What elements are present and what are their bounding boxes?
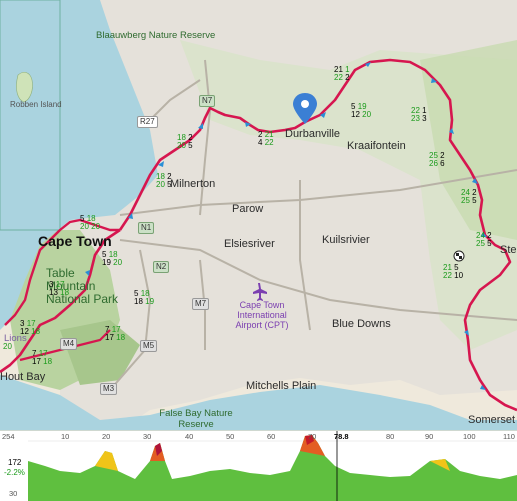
waypoint-marker[interactable]: 2 21 4 22 <box>258 131 274 147</box>
place-mitchells-plain: Mitchells Plain <box>246 380 317 392</box>
waypoint-marker[interactable]: 7 17 17 18 <box>105 326 125 342</box>
road-shield-m3: M3 <box>100 383 118 395</box>
waypoint-marker[interactable]: 5 19 12 20 <box>351 103 371 119</box>
waypoint-marker[interactable]: 22 1 23 3 <box>411 107 427 123</box>
profile-tick: 40 <box>185 432 194 441</box>
waypoint-marker[interactable]: 18 2 20 5 <box>177 134 193 150</box>
place-kuilsrivier: Kuilsrivier <box>322 234 370 246</box>
profile-tick: 110 <box>503 432 515 441</box>
profile-tick: 30 <box>143 432 152 441</box>
profile-tick: 90 <box>425 432 434 441</box>
profile-tick: 20 <box>102 432 111 441</box>
elevation-profile[interactable]: 254 10 20 30 40 50 60 70 78.8 80 90 100 … <box>0 430 517 501</box>
road-shield-r27: R27 <box>137 116 158 128</box>
waypoint-marker[interactable]: 5 18 19 20 <box>102 251 122 267</box>
place-milnerton: Milnerton <box>170 178 216 190</box>
place-false-bay: False Bay Nature Reserve <box>159 408 233 430</box>
profile-tick: 50 <box>226 432 235 441</box>
checkered-flag-icon <box>453 250 465 262</box>
waypoint-marker[interactable]: 20 <box>3 343 12 351</box>
map-canvas <box>0 0 517 430</box>
map-view[interactable]: Blaauwberg Nature Reserve Robben Island … <box>0 0 517 430</box>
waypoint-marker[interactable]: 3 17 13 18 <box>49 281 69 297</box>
road-shield-n2: N2 <box>153 261 170 273</box>
place-somerset: Somerset <box>468 414 516 426</box>
profile-y-min: 30 <box>9 489 18 498</box>
place-stellenbosch: Stell <box>500 244 517 256</box>
profile-tick: 10 <box>61 432 70 441</box>
place-robben-island: Robben Island <box>10 100 62 109</box>
place-cape-town: Cape Town <box>38 233 112 249</box>
road-shield-m4: M4 <box>60 338 78 350</box>
waypoint-marker[interactable]: 21 1 22 2 <box>334 66 350 82</box>
waypoint-marker[interactable]: 5 18 20 20 <box>80 215 100 231</box>
waypoint-marker[interactable]: 25 2 26 6 <box>429 152 445 168</box>
waypoint-marker[interactable]: 24 2 25 5 <box>476 232 492 248</box>
road-shield-n1: N1 <box>138 222 155 234</box>
profile-elevation-value: 172 <box>8 458 22 467</box>
place-blue-downs: Blue Downs <box>332 318 391 330</box>
place-durbanville: Durbanville <box>285 128 341 140</box>
place-blaauwberg: Blaauwberg Nature Reserve <box>96 30 216 41</box>
waypoint-marker[interactable]: 24 2 25 5 <box>461 189 477 205</box>
place-elsiesriver: Elsiesriver <box>224 238 275 250</box>
profile-grade-value: -2.2% <box>4 468 25 477</box>
profile-tick: 254 <box>2 432 15 441</box>
waypoint-marker[interactable]: 18 2 20 5 <box>156 173 172 189</box>
profile-tick: 80 <box>386 432 395 441</box>
place-hout-bay: Hout Bay <box>0 371 46 383</box>
waypoint-marker[interactable]: 7 17 17 18 <box>32 350 52 366</box>
road-shield-m5: M5 <box>140 340 158 352</box>
waypoint-marker[interactable]: 21 5 22 10 <box>443 264 463 280</box>
road-shield-m7: M7 <box>192 298 210 310</box>
profile-tick: 60 <box>267 432 276 441</box>
profile-tick: 70 <box>308 432 317 441</box>
place-parow: Parow <box>232 203 264 215</box>
place-airport: Cape Town International Airport (CPT) <box>235 300 289 330</box>
road-shield-n7: N7 <box>199 95 216 107</box>
waypoint-marker[interactable]: 5 18 18 19 <box>134 290 154 306</box>
elevation-chart <box>28 431 517 501</box>
place-kraaifontein: Kraaifontein <box>347 140 406 152</box>
profile-tick: 100 <box>463 432 476 441</box>
profile-selected-distance: 78.8 <box>334 432 349 441</box>
waypoint-marker[interactable]: 3 17 12 18 <box>20 320 40 336</box>
